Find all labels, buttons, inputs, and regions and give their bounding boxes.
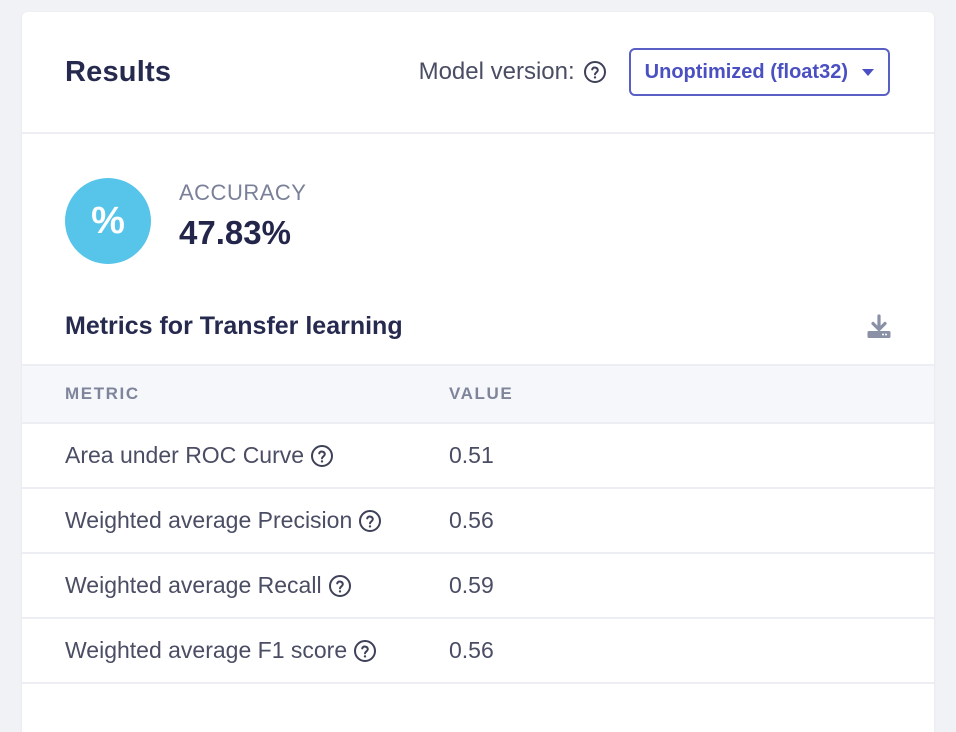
metric-name: Weighted average Recall [65, 572, 322, 598]
accuracy-text: ACCURACY 47.83% [179, 180, 306, 252]
metric-value: 0.56 [449, 507, 494, 533]
question-circle-icon[interactable] [583, 60, 607, 84]
download-icon[interactable] [866, 313, 892, 340]
question-circle-icon[interactable] [358, 509, 382, 533]
chevron-down-icon [862, 68, 874, 76]
question-circle-icon[interactable] [310, 444, 334, 468]
model-version-value: Unoptimized (float32) [644, 60, 848, 83]
accuracy-summary: % ACCURACY 47.83% [65, 178, 306, 264]
metrics-header: Metrics for Transfer learning [65, 312, 892, 341]
column-header-value: VALUE [449, 384, 514, 403]
metrics-title: Metrics for Transfer learning [65, 312, 403, 340]
metric-name: Weighted average Precision [65, 507, 353, 533]
table-row: Weighted average Recall 0.59 [22, 554, 934, 619]
accuracy-value: 47.83% [179, 214, 291, 251]
accuracy-label: ACCURACY [179, 180, 307, 205]
model-version-label-group: Model version: [419, 58, 607, 86]
model-version-dropdown[interactable]: Unoptimized (float32) [628, 48, 890, 96]
metric-cell: Weighted average F1 score [22, 637, 449, 664]
metric-value: 0.59 [449, 572, 494, 598]
metric-cell: Area under ROC Curve [22, 442, 449, 469]
metric-name: Area under ROC Curve [65, 442, 305, 468]
metric-cell: Weighted average Precision [22, 507, 449, 534]
table-row: Weighted average Precision 0.56 [22, 489, 934, 554]
metric-value: 0.56 [449, 637, 494, 663]
results-header: Results Model version: Unoptimized (floa… [22, 12, 934, 134]
table-header-row: METRIC VALUE [22, 364, 934, 424]
metric-value: 0.51 [449, 442, 494, 468]
model-version-label: Model version: [418, 58, 575, 85]
question-circle-icon[interactable] [328, 574, 352, 598]
metric-cell: Weighted average Recall [22, 572, 449, 599]
page-title: Results [65, 55, 172, 88]
model-version-row: Model version: Unoptimized (float32) [419, 48, 890, 96]
table-row: Weighted average F1 score 0.56 [22, 619, 934, 684]
column-header-metric: METRIC [65, 384, 140, 403]
question-circle-icon[interactable] [353, 639, 377, 663]
metrics-table: METRIC VALUE Area under ROC Curve 0.51 W… [22, 364, 934, 684]
results-card: Results Model version: Unoptimized (floa… [22, 12, 934, 732]
table-row: Area under ROC Curve 0.51 [22, 424, 934, 489]
metric-name: Weighted average F1 score [65, 637, 348, 663]
percent-icon: % [65, 178, 151, 264]
